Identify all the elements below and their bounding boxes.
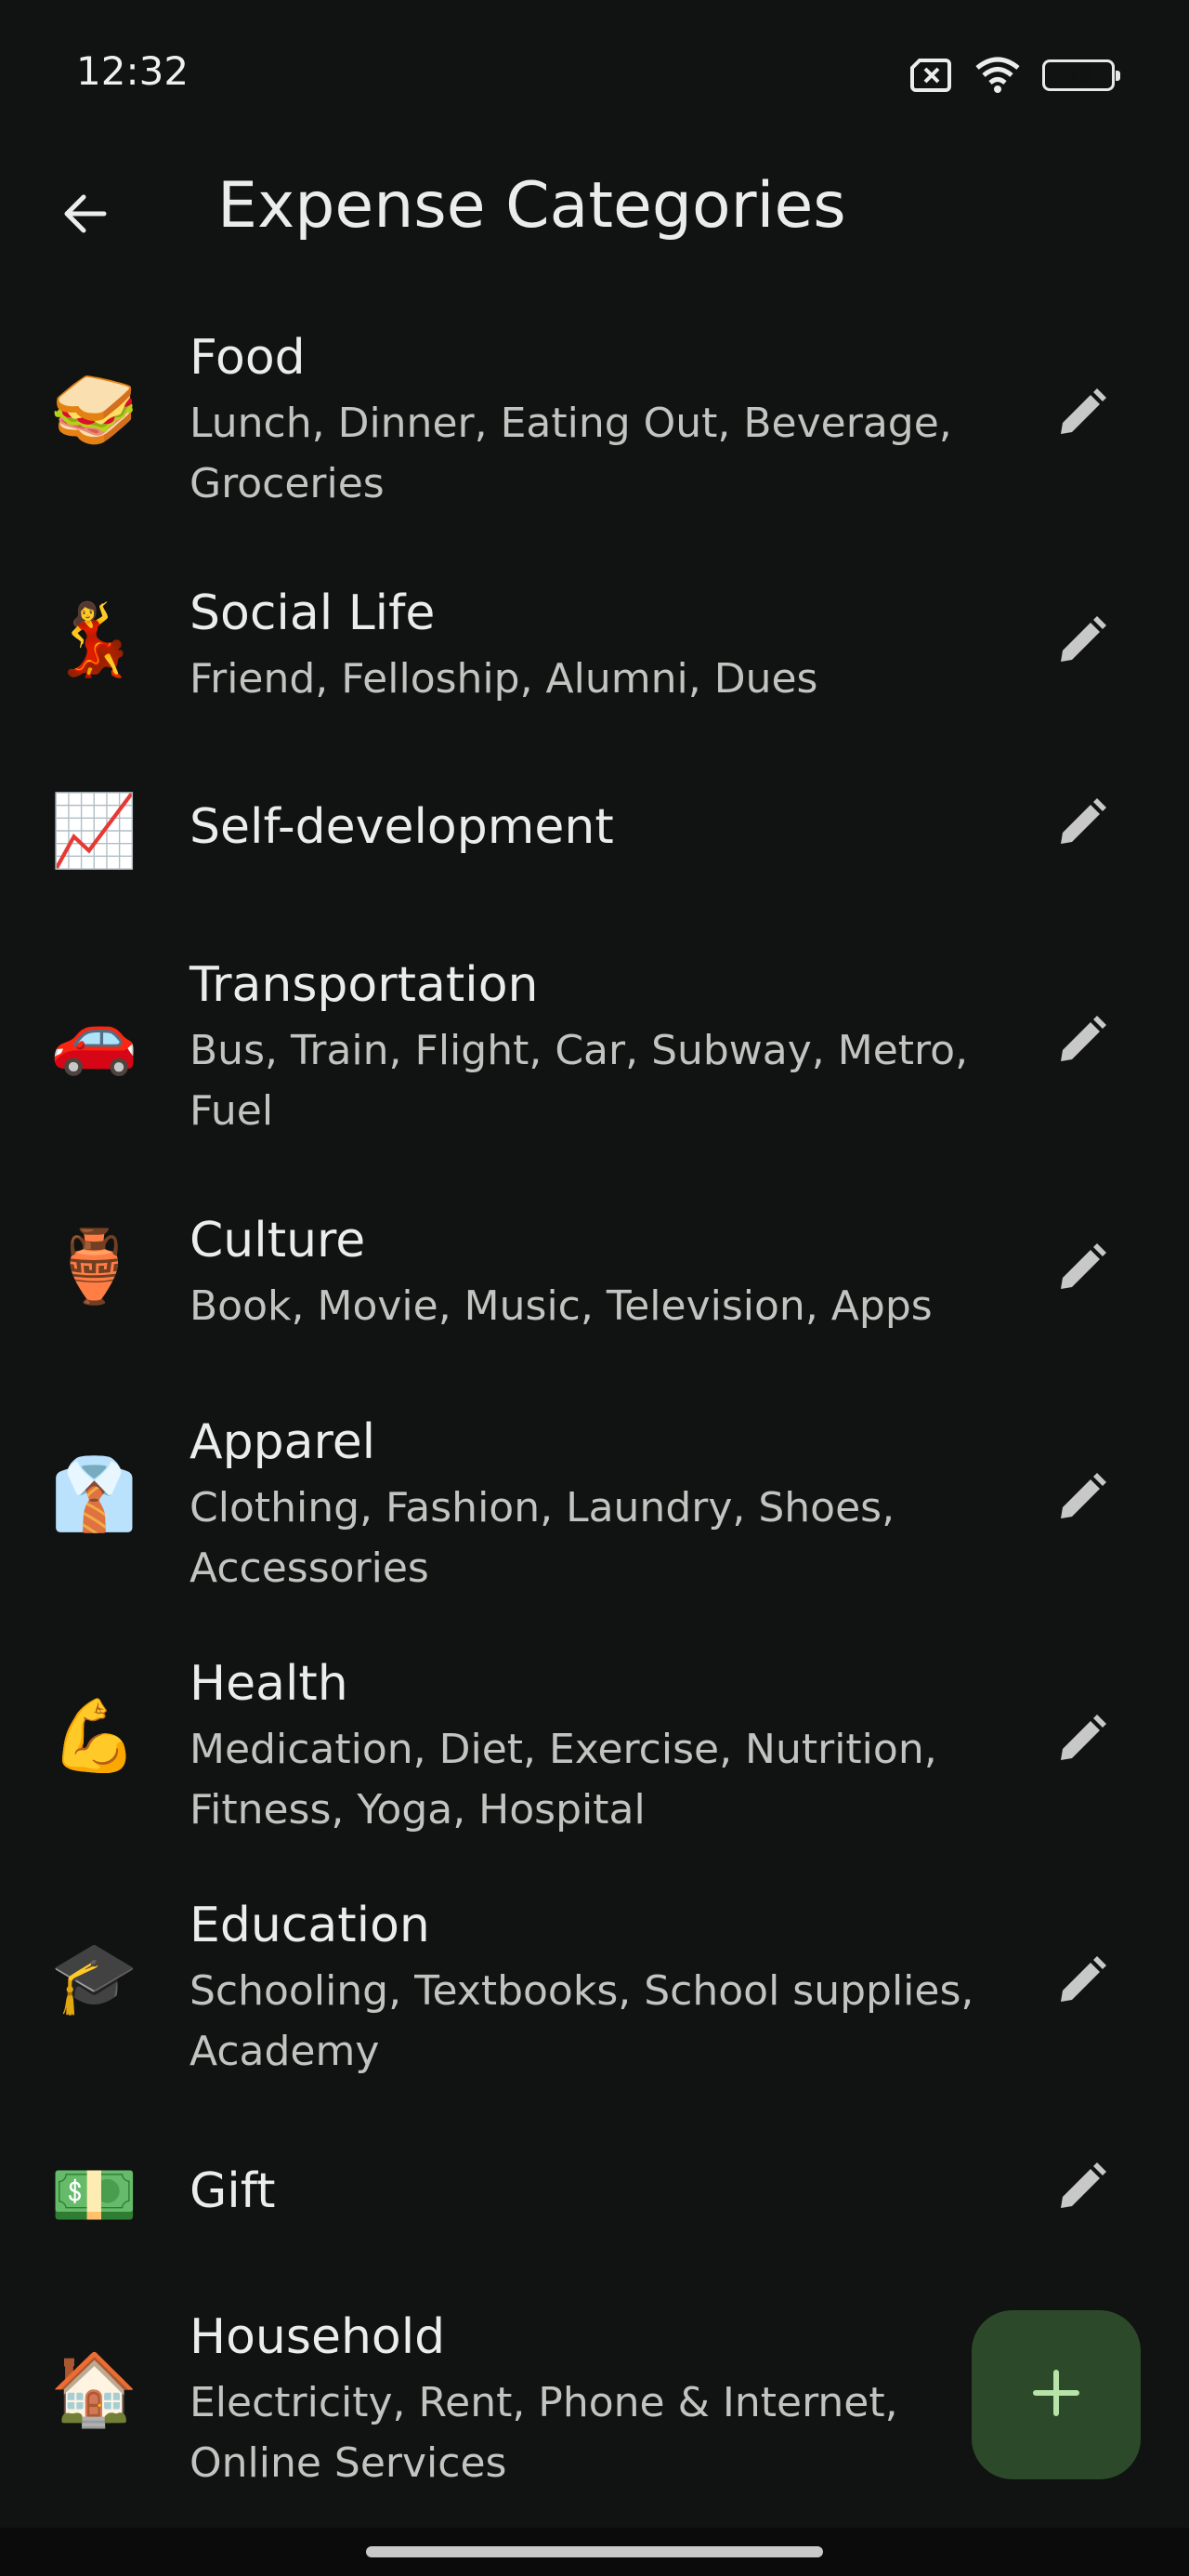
category-subcategories: Schooling, Textbooks, School supplies, A…	[189, 1967, 974, 2075]
edit-category-button[interactable]	[1044, 1463, 1118, 1537]
category-emoji-icon: 📈	[50, 789, 138, 872]
category-subcategories: Medication, Diet, Exercise, Nutrition, F…	[189, 1726, 937, 1833]
category-emoji-icon: 💵	[50, 2153, 138, 2236]
pencil-icon	[1053, 1953, 1109, 2013]
arrow-left-icon	[59, 188, 111, 243]
category-emoji-icon: 🚗	[50, 995, 138, 1078]
category-name: Self-development	[189, 799, 614, 855]
category-row[interactable]: 🥪 Food Lunch, Dinner, Eating Out, Beverage…	[0, 330, 1189, 507]
pencil-icon	[1053, 2160, 1109, 2219]
category-subcategories: Bus, Train, Flight, Car, Subway, Metro, …	[189, 1027, 969, 1135]
category-subcategories: Electricity, Rent, Phone & Internet, Onl…	[189, 2379, 898, 2487]
edit-category-button[interactable]	[1044, 788, 1118, 862]
edit-category-button[interactable]	[1044, 2152, 1118, 2227]
plus-icon	[1030, 2367, 1082, 2423]
category-row[interactable]: 💃 Social Life Friend, Felloship, Alumni, D…	[0, 585, 1189, 703]
category-emoji-icon: 🏺	[50, 1225, 138, 1308]
category-name: Transportation	[189, 957, 539, 1013]
pencil-icon	[1053, 386, 1109, 445]
category-subcategories: Book, Movie, Music, Television, Apps	[189, 1282, 933, 1330]
pencil-icon	[1053, 1241, 1109, 1300]
category-name: Apparel	[189, 1414, 376, 1470]
back-button[interactable]	[48, 178, 123, 253]
home-gesture-handle[interactable]	[366, 2546, 823, 2557]
category-row[interactable]: 🏺 Culture Book, Movie, Music, Television, …	[0, 1213, 1189, 1330]
category-row[interactable]: 📈 Self-development	[0, 789, 1189, 883]
category-subcategories: Clothing, Fashion, Laundry, Shoes, Acces…	[189, 1484, 895, 1592]
pencil-icon	[1053, 613, 1109, 673]
category-subcategories: Friend, Felloship, Alumni, Dues	[189, 655, 818, 703]
edit-category-button[interactable]	[1044, 1005, 1118, 1080]
status-time: 12:32	[76, 48, 189, 94]
category-name: Gift	[189, 2163, 276, 2219]
add-category-button[interactable]	[972, 2310, 1141, 2479]
battery-icon: 48	[1042, 59, 1120, 91]
category-name: Education	[189, 1898, 430, 1953]
navigation-bar	[0, 2528, 1189, 2576]
status-bar: 12:32 48	[0, 0, 1189, 149]
category-row[interactable]: 👔 Apparel Clothing, Fashion, Laundry, Shoe…	[0, 1414, 1189, 1592]
category-name: Food	[189, 330, 306, 386]
category-name: Culture	[189, 1213, 366, 1268]
pencil-icon	[1053, 1013, 1109, 1072]
category-emoji-icon: 💪	[50, 1694, 138, 1777]
pencil-icon	[1053, 1470, 1109, 1530]
edit-category-button[interactable]	[1044, 606, 1118, 680]
edit-category-button[interactable]	[1044, 1704, 1118, 1779]
category-row[interactable]: 🚗 Transportation Bus, Train, Flight, Car, …	[0, 957, 1189, 1135]
category-emoji-icon: 🏠	[50, 2347, 138, 2430]
category-name: Health	[189, 1656, 348, 1712]
category-name: Social Life	[189, 585, 436, 641]
edit-category-button[interactable]	[1044, 378, 1118, 453]
category-row[interactable]: 🎓 Education Schooling, Textbooks, School s…	[0, 1898, 1189, 2075]
battery-percent: 48	[1064, 63, 1093, 87]
page-title: Expense Categories	[217, 169, 846, 243]
category-subcategories: Lunch, Dinner, Eating Out, Beverage, Gro…	[189, 400, 952, 507]
category-row[interactable]: 💪 Health Medication, Diet, Exercise, Nutri…	[0, 1656, 1189, 1833]
pencil-icon	[1053, 1712, 1109, 1771]
no-sim-icon	[908, 58, 953, 93]
category-name: Household	[189, 2309, 446, 2365]
category-emoji-icon: 💃	[50, 598, 138, 680]
app-bar: Expense Categories	[0, 149, 1189, 269]
category-row[interactable]: 💵 Gift	[0, 2153, 1189, 2247]
edit-category-button[interactable]	[1044, 1946, 1118, 2020]
category-emoji-icon: 👔	[50, 1452, 138, 1535]
status-icons: 48	[908, 54, 1120, 97]
category-emoji-icon: 🎓	[50, 1936, 138, 2018]
pencil-icon	[1053, 795, 1109, 855]
edit-category-button[interactable]	[1044, 1233, 1118, 1308]
wifi-icon	[973, 57, 1022, 94]
category-emoji-icon: 🥪	[50, 368, 138, 451]
